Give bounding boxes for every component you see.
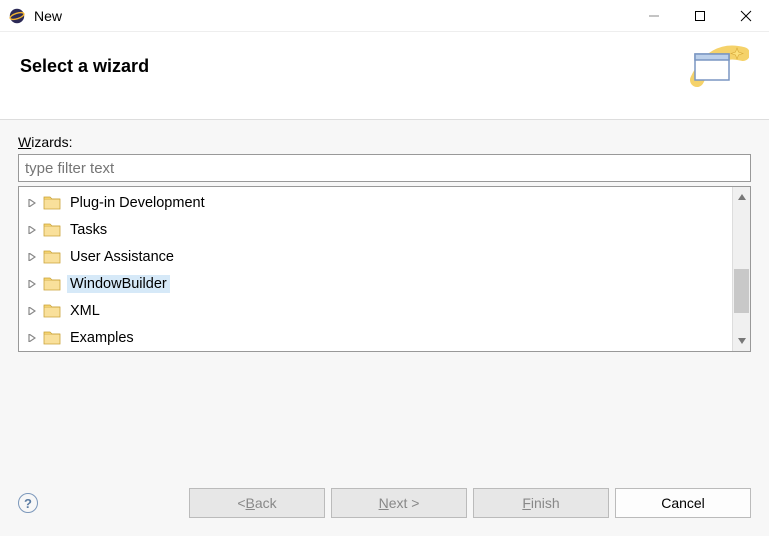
- chevron-right-icon[interactable]: [25, 250, 39, 264]
- wizards-label: Wizards:: [18, 134, 751, 150]
- chevron-right-icon[interactable]: [25, 277, 39, 291]
- folder-icon: [43, 303, 61, 319]
- tree-item-label: Tasks: [67, 221, 110, 239]
- folder-icon: [43, 276, 61, 292]
- filter-input[interactable]: [18, 154, 751, 182]
- folder-icon: [43, 330, 61, 346]
- dialog-header: Select a wizard: [0, 32, 769, 120]
- chevron-right-icon[interactable]: [25, 223, 39, 237]
- folder-icon: [43, 195, 61, 211]
- finish-button[interactable]: Finish: [473, 488, 609, 518]
- tree-item-label: WindowBuilder: [67, 275, 170, 293]
- close-button[interactable]: [723, 0, 769, 32]
- scrollbar-vertical[interactable]: [732, 187, 750, 351]
- chevron-right-icon[interactable]: [25, 331, 39, 345]
- scroll-track[interactable]: [733, 207, 750, 331]
- page-title: Select a wizard: [20, 56, 149, 77]
- dialog-content: Wizards: Plug-in Development Tasks User As…: [0, 120, 769, 470]
- chevron-right-icon[interactable]: [25, 196, 39, 210]
- help-icon[interactable]: ?: [18, 493, 38, 513]
- folder-icon: [43, 249, 61, 265]
- titlebar: New: [0, 0, 769, 32]
- eclipse-icon: [8, 7, 26, 25]
- scroll-thumb[interactable]: [734, 269, 749, 313]
- folder-icon: [43, 222, 61, 238]
- tree-container: Plug-in Development Tasks User Assistance W…: [18, 186, 751, 352]
- dialog-window: New Select a wizard Wizards:: [0, 0, 769, 536]
- chevron-right-icon[interactable]: [25, 304, 39, 318]
- tree-item[interactable]: XML: [19, 297, 732, 324]
- scroll-up-icon[interactable]: [733, 187, 750, 207]
- tree-item[interactable]: Tasks: [19, 216, 732, 243]
- maximize-button[interactable]: [677, 0, 723, 32]
- wizard-banner-icon: [689, 44, 749, 92]
- next-button[interactable]: Next >: [331, 488, 467, 518]
- tree-item[interactable]: Plug-in Development: [19, 189, 732, 216]
- dialog-footer: ? < Back Next > Finish Cancel: [0, 470, 769, 536]
- tree-item-label: Plug-in Development: [67, 194, 208, 212]
- cancel-button[interactable]: Cancel: [615, 488, 751, 518]
- tree-item[interactable]: Examples: [19, 324, 732, 351]
- wizard-tree[interactable]: Plug-in Development Tasks User Assistance W…: [19, 187, 732, 351]
- tree-item[interactable]: User Assistance: [19, 243, 732, 270]
- tree-item-label: XML: [67, 302, 103, 320]
- window-title: New: [34, 8, 62, 24]
- minimize-button[interactable]: [631, 0, 677, 32]
- tree-item-label: Examples: [67, 329, 137, 347]
- back-button[interactable]: < Back: [189, 488, 325, 518]
- scroll-down-icon[interactable]: [733, 331, 750, 351]
- tree-item-label: User Assistance: [67, 248, 177, 266]
- tree-item[interactable]: WindowBuilder: [19, 270, 732, 297]
